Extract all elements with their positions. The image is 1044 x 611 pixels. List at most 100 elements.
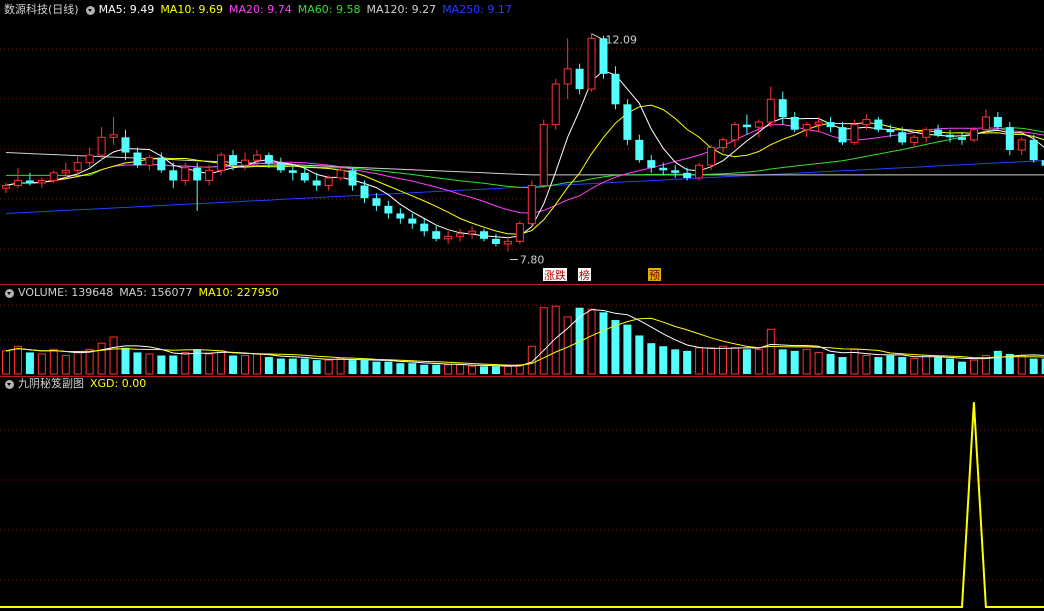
volume-bar [300,358,309,374]
volume-bar [1017,355,1026,375]
candle-body [683,172,692,178]
candle-body [742,124,751,128]
candle-body [241,159,249,166]
volume-bar [766,328,775,375]
candle-body [300,172,309,181]
volume-bar [683,350,692,374]
legend-xgd: XGD: 0.00 [90,377,147,390]
candle-body [336,169,345,179]
volume-bar [647,343,656,374]
event-tag-label: 涨跌 [544,268,566,282]
candle-body [635,139,644,161]
candle-body [276,162,285,171]
volume-bar [121,347,130,374]
main-header: 数源科技(日线) MA5: 9.49 MA10: 9.69 MA20: 9.74… [4,3,518,17]
candle-body [408,218,417,224]
volume-bar [324,359,333,375]
candle-body [730,124,739,141]
volume-bar [109,336,118,375]
candle-body [133,152,142,166]
candle-body [193,167,202,181]
candle-body [503,240,512,245]
candle-body [515,223,524,242]
candle-body [802,124,811,131]
stock-chart-window: 12.09 7.80 涨跌榜 预 数源科技(日线) MA5: 9.49 MA10: 9… [0,0,1044,611]
candle-body [778,99,787,117]
volume-bar [205,353,214,375]
candle-body [384,205,393,214]
volume-bar [993,350,1002,374]
candle-body [981,116,990,131]
volume-bar [360,360,369,374]
candle-body [432,231,441,239]
volume-bar [802,348,811,375]
candle-body [13,179,22,187]
dropdown-icon[interactable] [5,288,14,298]
candle-body [695,164,704,179]
main-title: 数源科技(日线) [4,3,79,16]
volume-bar [169,355,178,374]
candle-body [420,223,429,232]
candle-body [647,160,656,168]
volume-bar [814,351,823,375]
candle-body [85,154,94,164]
volume-bar [252,353,261,375]
volume-bar [635,335,644,374]
volume-bar [969,359,978,375]
legend-ma20: MA20: 9.74 [229,3,292,16]
volume-bar [695,347,704,375]
candle-body [1029,139,1038,161]
legend-volume-ma10: MA10: 227950 [198,286,279,299]
volume-bar [503,365,512,375]
candle-body [205,169,214,181]
candle-body [814,121,823,126]
volume-bar [396,363,405,374]
candle-body [563,68,572,85]
volume-bar [264,357,273,374]
volume-bar [491,366,500,374]
volume-bar [37,353,46,375]
volume-bar [1029,358,1038,374]
legend-ma120: MA120: 9.27 [366,3,437,16]
candle-body [790,117,799,130]
candle-body [1017,139,1026,151]
volume-bar [312,360,321,374]
candle-body [396,213,405,219]
candle-body [288,170,297,173]
event-tag-label: 预 [649,269,660,282]
candle-body [312,180,321,186]
volume-bar [468,365,477,375]
volume-bar [241,355,249,375]
candle-body [324,177,333,187]
dropdown-icon[interactable] [85,5,95,15]
volume-bar [288,358,297,374]
volume-bar [384,361,393,374]
chart-canvas: 12.09 7.80涨跌榜 预 [0,33,1044,608]
volume-bar [754,348,763,375]
indicator-title: 九阴秘笈副图 [18,377,84,390]
candle-body [719,139,727,148]
candle-body [109,134,118,138]
volume-bar [85,348,94,375]
candle-body [468,230,477,235]
candle-body [587,37,596,90]
candle-body [766,98,775,123]
dropdown-icon[interactable] [5,379,14,389]
candle-body [181,167,190,181]
volume-bar [539,307,548,375]
volume-bar [2,350,10,375]
volume-bar [73,351,82,375]
volume-bar [611,320,620,374]
volume-bar [13,345,22,375]
indicator-separator [0,376,1044,377]
legend-ma10: MA10: 9.69 [160,3,224,16]
volume-bar [444,364,453,375]
legend-ma250: MA250: 9.17 [442,3,512,16]
volume-bar [922,355,931,375]
volume-bar [886,355,895,374]
volume-bar [229,355,238,374]
volume-bar [862,355,871,375]
candle-body [754,121,763,128]
candle-body [910,136,919,143]
candle-body [898,132,907,143]
